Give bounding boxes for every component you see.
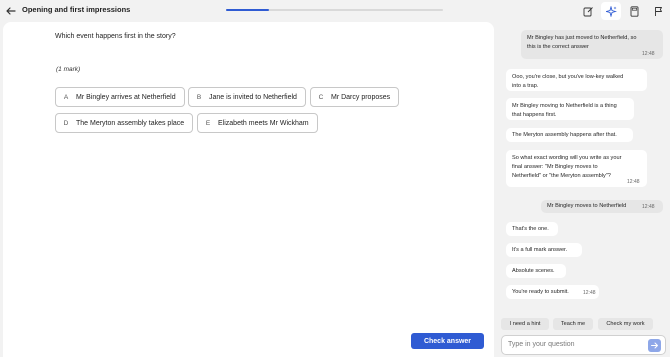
progress-bar-fill	[226, 9, 270, 11]
calculator-icon	[630, 5, 638, 17]
option-e[interactable]: E Elizabeth meets Mr Wickham	[197, 113, 318, 133]
chat-message-tutor: That's the one.	[506, 222, 558, 236]
message-line: It's a full mark answer.	[512, 246, 568, 253]
message-line: Mr Bingley has just moved to Netherfield…	[527, 35, 637, 41]
progress-bar	[226, 9, 443, 11]
option-label: Jane is invited to Netherfield	[209, 93, 297, 101]
message-line: final answer: "Mr Bingley moves to	[512, 164, 598, 170]
option-d[interactable]: D The Meryton assembly takes place	[55, 113, 194, 133]
edit-icon	[583, 6, 593, 16]
chat-message-tutor: Ooo, you're close, but you've low-key wa…	[506, 69, 647, 91]
quick-reply-teach[interactable]: Teach me	[553, 318, 593, 330]
chat-message-tutor: Absolute scenes.	[506, 264, 566, 278]
back-button[interactable]	[4, 4, 18, 18]
chat-input[interactable]: Type in your question	[501, 335, 666, 355]
option-label: Mr Bingley arrives at Netherfield	[76, 93, 176, 101]
tutor-chat-panel: Mr Bingley has just moved to Netherfield…	[500, 22, 670, 357]
option-a[interactable]: A Mr Bingley arrives at Netherfield	[55, 87, 185, 107]
quick-reply-check[interactable]: Check my work	[598, 318, 653, 330]
message-line: So what exact wording will you write as …	[512, 155, 622, 161]
option-label: Mr Darcy proposes	[331, 93, 391, 101]
chat-input-placeholder: Type in your question	[508, 341, 575, 348]
message-line: this is the correct answer	[527, 44, 589, 50]
message-timestamp: 12:48	[583, 290, 596, 296]
arrow-right-icon	[651, 342, 658, 349]
top-bar: Opening and first impressions	[0, 0, 670, 22]
message-timestamp: 12:48	[627, 179, 640, 185]
option-letter: E	[205, 119, 211, 127]
flag-icon	[654, 6, 662, 16]
option-c[interactable]: C Mr Darcy proposes	[310, 87, 400, 107]
chat-message-tutor: So what exact wording will you write as …	[506, 150, 647, 187]
message-line: The Meryton assembly happens after that.	[512, 131, 617, 138]
sparkle-icon	[605, 5, 617, 17]
option-letter: D	[63, 119, 69, 127]
option-b[interactable]: B Jane is invited to Netherfield	[188, 87, 306, 107]
option-letter: B	[196, 93, 202, 101]
message-timestamp: 12:48	[642, 51, 655, 57]
question-panel: Which event happens first in the story? …	[3, 22, 494, 357]
option-letter: C	[318, 93, 324, 101]
chat-message-tutor: The Meryton assembly happens after that.	[506, 128, 633, 142]
question-text: Which event happens first in the story?	[55, 33, 176, 40]
message-line: Netherfield" or "the Meryton assembly"?	[512, 173, 611, 179]
flag-button[interactable]	[648, 2, 668, 20]
page-title: Opening and first impressions	[22, 5, 131, 14]
message-line: Ooo, you're close, but you've low-key wa…	[512, 74, 624, 80]
option-letter: A	[63, 93, 69, 101]
mark-label: (1 mark)	[56, 66, 81, 73]
send-button[interactable]	[648, 339, 661, 352]
check-answer-button[interactable]: Check answer	[411, 333, 484, 349]
message-line: You're ready to submit.	[512, 288, 569, 295]
option-label: The Meryton assembly takes place	[76, 119, 185, 127]
notes-button[interactable]	[578, 2, 598, 20]
chat-message-tutor: It's a full mark answer.	[506, 243, 582, 257]
message-line: into a trap.	[512, 83, 539, 89]
message-line: Mr Bingley moving to Netherfield is a th…	[512, 103, 617, 109]
arrow-left-icon	[6, 7, 16, 15]
message-line: That's the one.	[512, 225, 549, 232]
quick-reply-hint[interactable]: I need a hint	[501, 318, 549, 330]
calculator-button[interactable]	[624, 2, 644, 20]
message-timestamp: 12:48	[642, 204, 655, 210]
message-line: Absolute scenes.	[512, 267, 555, 274]
message-line: that happens first.	[512, 112, 557, 118]
message-line: Mr Bingley moves to Netherfield	[547, 203, 627, 209]
ai-tutor-button[interactable]	[601, 2, 621, 20]
chat-message-tutor: Mr Bingley moving to Netherfield is a th…	[506, 98, 634, 120]
option-label: Elizabeth meets Mr Wickham	[218, 119, 309, 127]
